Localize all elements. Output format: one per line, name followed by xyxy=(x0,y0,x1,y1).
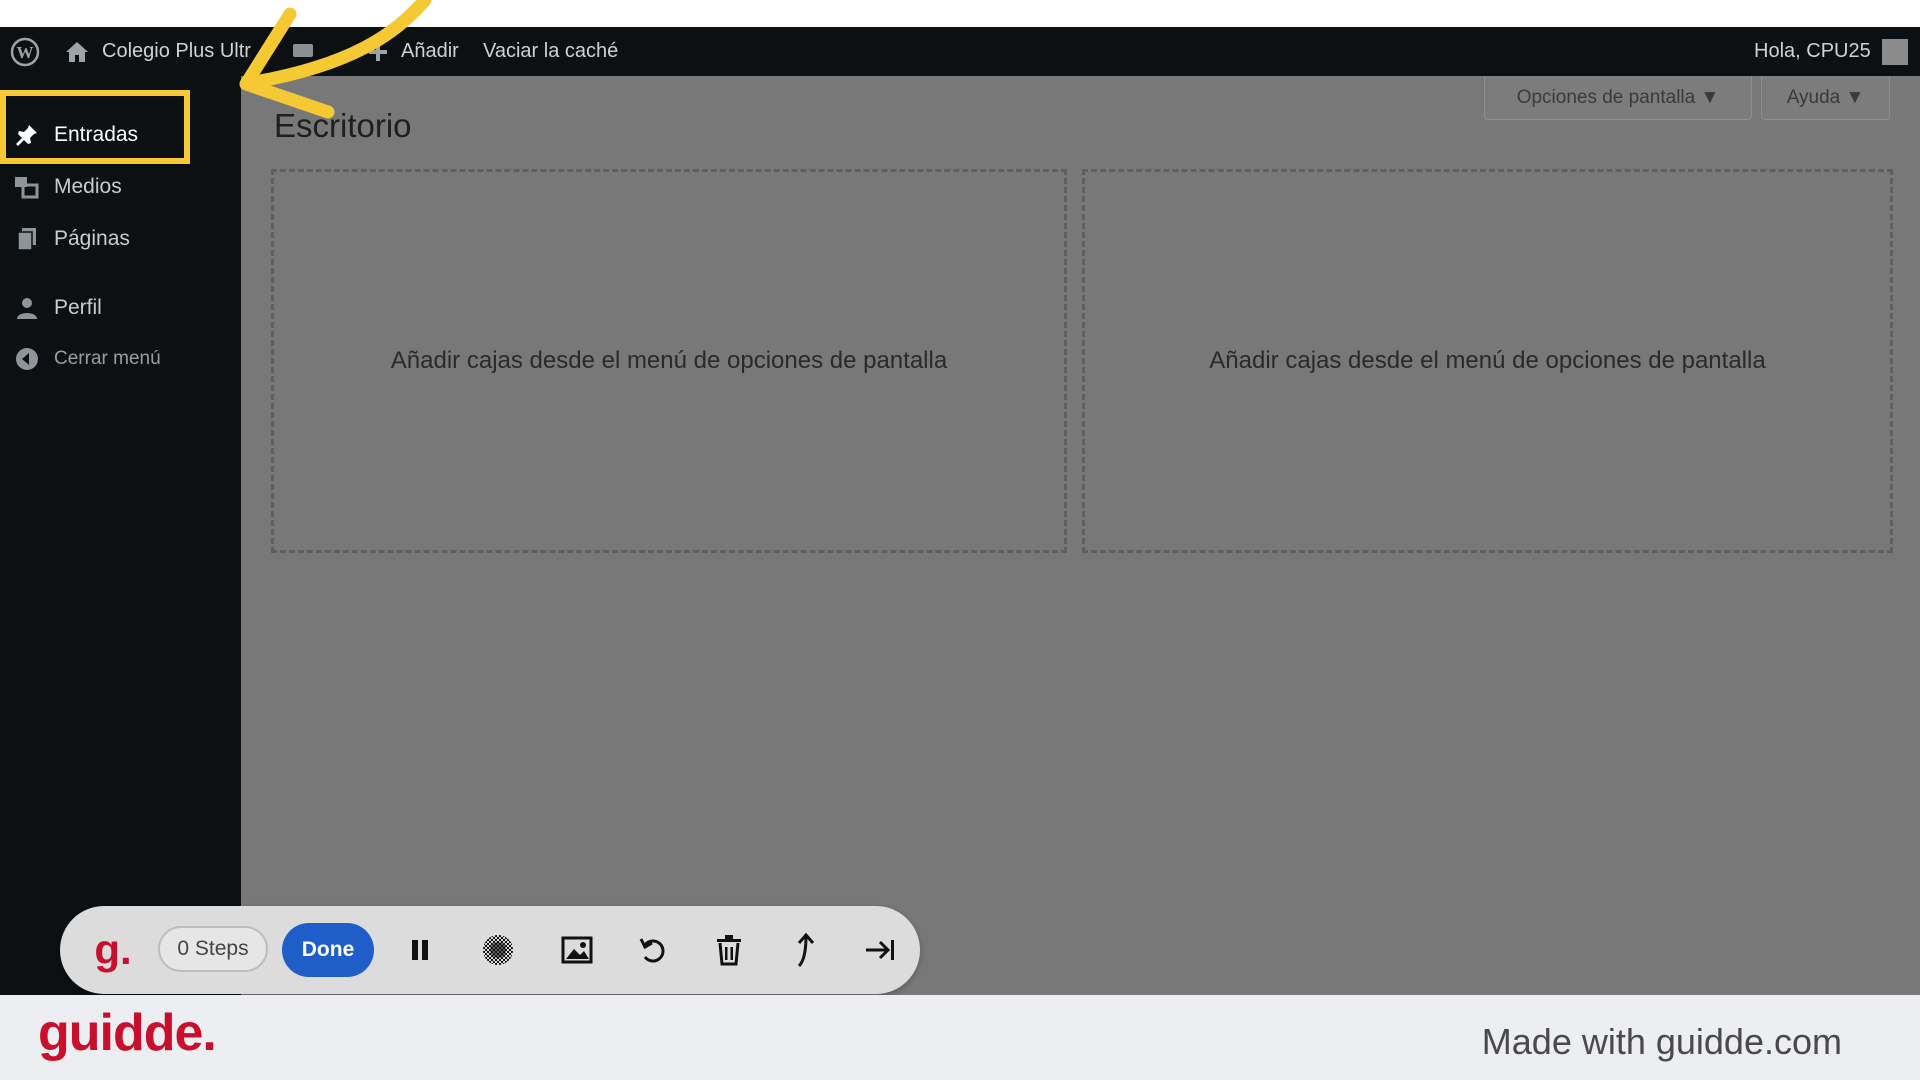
recorder-toolbar: g. 0 Steps Done xyxy=(60,906,920,994)
screen-options-button[interactable]: Opciones de pantalla ▼ xyxy=(1484,76,1752,120)
steps-counter: 0 Steps xyxy=(158,926,268,972)
highlight-box xyxy=(0,90,190,164)
sidebar-item-medios[interactable]: Medios xyxy=(0,165,241,209)
site-name-link[interactable]: Colegio Plus Ultr xyxy=(102,27,251,76)
pause-icon[interactable] xyxy=(396,906,444,994)
wordpress-logo-icon[interactable]: W xyxy=(10,27,40,76)
guidde-brand-logo: guidde. xyxy=(38,1004,217,1062)
trash-icon[interactable] xyxy=(705,906,753,994)
pages-icon xyxy=(14,226,40,252)
guidde-logo[interactable]: g. xyxy=(78,906,148,994)
media-icon xyxy=(14,174,40,200)
made-with-text: Made with guidde.com xyxy=(1481,1021,1842,1062)
footer-bar: guidde. Made with guidde.com xyxy=(0,995,1920,1080)
done-button[interactable]: Done xyxy=(282,923,374,977)
sidebar-item-label: Páginas xyxy=(54,227,130,250)
svg-text:W: W xyxy=(17,43,34,62)
annotation-arrow-icon xyxy=(239,0,432,119)
sidebar-item-perfil[interactable]: Perfil xyxy=(0,286,241,330)
admin-sidebar: Entradas Medios Páginas Perfil Cerrar me… xyxy=(0,76,241,995)
avatar[interactable] xyxy=(1882,27,1908,76)
home-icon[interactable] xyxy=(64,27,90,76)
user-greeting[interactable]: Hola, CPU25 xyxy=(1754,27,1871,76)
sidebar-collapse-menu[interactable]: Cerrar menú xyxy=(0,337,241,381)
upload-icon[interactable] xyxy=(782,906,830,994)
blur-icon[interactable] xyxy=(474,906,522,994)
sidebar-item-paginas[interactable]: Páginas xyxy=(0,217,241,261)
dashboard-main: Opciones de pantalla ▼ Ayuda ▼ Escritori… xyxy=(241,76,1920,995)
skip-icon[interactable] xyxy=(856,906,904,994)
sidebar-item-label: Medios xyxy=(54,175,122,198)
sidebar-item-label: Perfil xyxy=(54,296,102,319)
image-icon[interactable] xyxy=(553,906,601,994)
clear-cache-link[interactable]: Vaciar la caché xyxy=(483,27,618,76)
user-icon xyxy=(14,295,40,321)
avatar-icon xyxy=(1882,38,1908,65)
dashboard-dropzone-right: Añadir cajas desde el menú de opciones d… xyxy=(1082,169,1893,553)
undo-icon[interactable] xyxy=(629,906,677,994)
sidebar-item-label: Cerrar menú xyxy=(54,348,161,369)
help-button[interactable]: Ayuda ▼ xyxy=(1761,76,1890,120)
dashboard-dropzone-left: Añadir cajas desde el menú de opciones d… xyxy=(271,169,1067,553)
collapse-icon xyxy=(14,346,40,372)
